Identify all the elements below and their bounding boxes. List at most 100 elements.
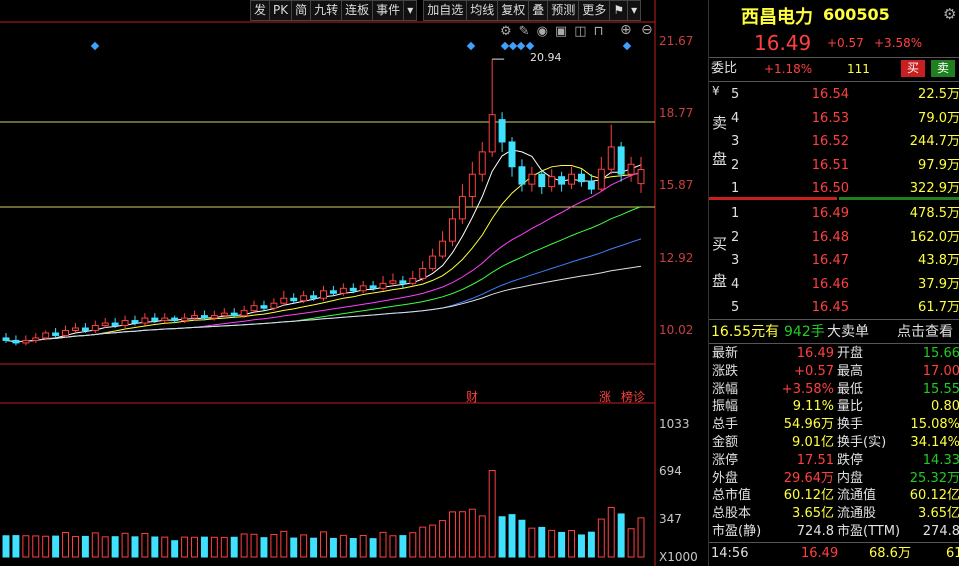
weibi-num: 111: [847, 62, 870, 76]
volume-bar: [210, 536, 218, 558]
volume-tick: 694: [659, 464, 682, 478]
volume-bar: [260, 537, 268, 558]
volume-bar: [488, 469, 496, 558]
tb-btn-yuce[interactable]: 预测: [548, 0, 580, 21]
candle-body: [62, 329, 70, 336]
price-pct: +3.58%: [874, 36, 923, 50]
sell-level-row[interactable]: 4 16.53 79.0万: [709, 107, 959, 130]
stat-label: 总股本: [712, 506, 752, 522]
big-order-row[interactable]: 16.55元有 942手 大卖单 点击查看: [709, 321, 959, 343]
tb-btn-shijian[interactable]: 事件: [373, 0, 405, 21]
eye-icon[interactable]: ◉: [537, 24, 555, 39]
stat-label: 跌停: [837, 452, 864, 468]
buy-level-row[interactable]: 2 16.48 162.0万: [709, 226, 959, 249]
volume-bar: [587, 531, 595, 558]
candle-body: [627, 163, 635, 175]
candle-body: [141, 317, 149, 324]
stat-row: 市盈(静) 724.8 市盈(TTM) 274.8: [709, 523, 959, 541]
candle-body: [171, 317, 179, 322]
candle-body: [637, 168, 645, 185]
kline-svg[interactable]: [0, 0, 708, 566]
buy-button[interactable]: 买: [901, 60, 925, 77]
volume-bar: [568, 530, 576, 558]
candle-body: [419, 267, 427, 279]
volume-bar: [101, 536, 109, 558]
sell-level-row[interactable]: 3 16.52 244.7万: [709, 130, 959, 153]
sell-level-row[interactable]: 5 16.54 22.5万: [709, 83, 959, 106]
volume-bar: [270, 533, 278, 558]
candle-body: [558, 176, 566, 185]
gear-icon[interactable]: ⚙: [943, 5, 956, 23]
tb-btn-more[interactable]: 更多: [579, 0, 611, 21]
buy-level-row[interactable]: 5 16.45 61.7万: [709, 296, 959, 319]
pen-icon[interactable]: ✎: [519, 24, 537, 39]
tb-btn-add-watch[interactable]: 加自选: [423, 0, 468, 21]
flag-icon[interactable]: ⚑: [610, 0, 629, 21]
chevron-down-icon[interactable]: ▾: [404, 0, 418, 21]
gear-icon[interactable]: ⚙: [500, 24, 519, 39]
volume-bar: [419, 526, 427, 558]
stock-header: 西昌电力 600505 ⚙: [709, 3, 959, 29]
level-price: 16.52: [811, 134, 849, 149]
buy-level-row[interactable]: 3 16.47 43.8万: [709, 249, 959, 272]
tb-btn-jiuzhuan[interactable]: 九转: [311, 0, 343, 21]
candle-body: [439, 240, 447, 257]
lock-icon[interactable]: ⊓: [594, 24, 611, 39]
stat-label: 流通股: [837, 506, 877, 522]
chevron-down-icon[interactable]: ▾: [628, 0, 642, 21]
stat-value: 60.12亿: [783, 488, 834, 504]
volume-bar: [617, 513, 625, 558]
volume-bar: [300, 534, 308, 558]
bang-tag[interactable]: 榜诊: [621, 388, 645, 405]
level-price: 16.46: [811, 276, 849, 292]
candle-body: [577, 173, 585, 183]
stat-label: 最新: [712, 346, 739, 361]
plus-icon[interactable]: ⊕: [620, 22, 632, 38]
tb-btn-lianban[interactable]: 连板: [342, 0, 374, 21]
sell-button[interactable]: 卖: [931, 60, 955, 77]
stat-value: 274.8: [922, 524, 959, 539]
zhang-tag[interactable]: 涨: [599, 388, 611, 405]
weibi-value: +1.18%: [764, 62, 813, 76]
stat-value: 3.65亿: [792, 506, 834, 522]
candle-body: [458, 196, 466, 220]
candle-body: [111, 322, 119, 327]
candle-body: [200, 315, 208, 319]
volume-bar: [12, 535, 20, 558]
candle-body: [210, 315, 218, 319]
big-order-price: 16.55元有: [711, 324, 780, 340]
fin-tag[interactable]: 财: [466, 388, 478, 405]
tb-btn-fa[interactable]: 发: [250, 0, 271, 21]
candle-body: [498, 119, 506, 143]
level-price: 16.48: [811, 229, 849, 245]
buy-level-row[interactable]: 1 16.49 478.5万: [709, 202, 959, 225]
candle-body: [121, 320, 129, 327]
box-icon[interactable]: ▣: [555, 24, 574, 39]
kline-chart-panel[interactable]: 发 PK 简 九转 连板 事件 ▾ 加自选 均线 复权 叠 预测 更多 ⚑ ▾ …: [0, 0, 708, 566]
weibi-label: 委比: [711, 61, 738, 76]
big-order-link[interactable]: 点击查看: [897, 321, 953, 343]
candle-body: [131, 320, 139, 324]
sell-level-row[interactable]: 2 16.51 97.9万: [709, 154, 959, 177]
candle-body: [181, 317, 189, 322]
tb-btn-die[interactable]: 叠: [529, 0, 549, 21]
tick-row: 14:56 16.49 68.6万 61: [709, 544, 959, 564]
tb-btn-fuquan[interactable]: 复权: [498, 0, 530, 21]
stat-value: 0.80: [931, 399, 959, 415]
tb-btn-ma[interactable]: 均线: [467, 0, 499, 21]
camera-icon[interactable]: ◫: [574, 24, 593, 39]
tb-btn-pk[interactable]: PK: [270, 0, 293, 21]
minus-icon[interactable]: ⊖: [641, 22, 653, 38]
tb-btn-jian[interactable]: 简: [292, 0, 312, 21]
volume-bar: [2, 535, 10, 558]
candle-body: [538, 173, 546, 188]
volume-bar: [81, 535, 89, 558]
level-volume: 79.0万: [918, 110, 959, 126]
volume-bar: [468, 508, 476, 558]
volume-unit: X1000: [659, 550, 698, 564]
volume-bar: [181, 536, 189, 558]
stat-value: +0.57: [794, 363, 834, 379]
volume-tick: 347: [659, 512, 682, 526]
buy-level-row[interactable]: 4 16.46 37.9万: [709, 273, 959, 296]
volume-bar: [121, 532, 129, 558]
